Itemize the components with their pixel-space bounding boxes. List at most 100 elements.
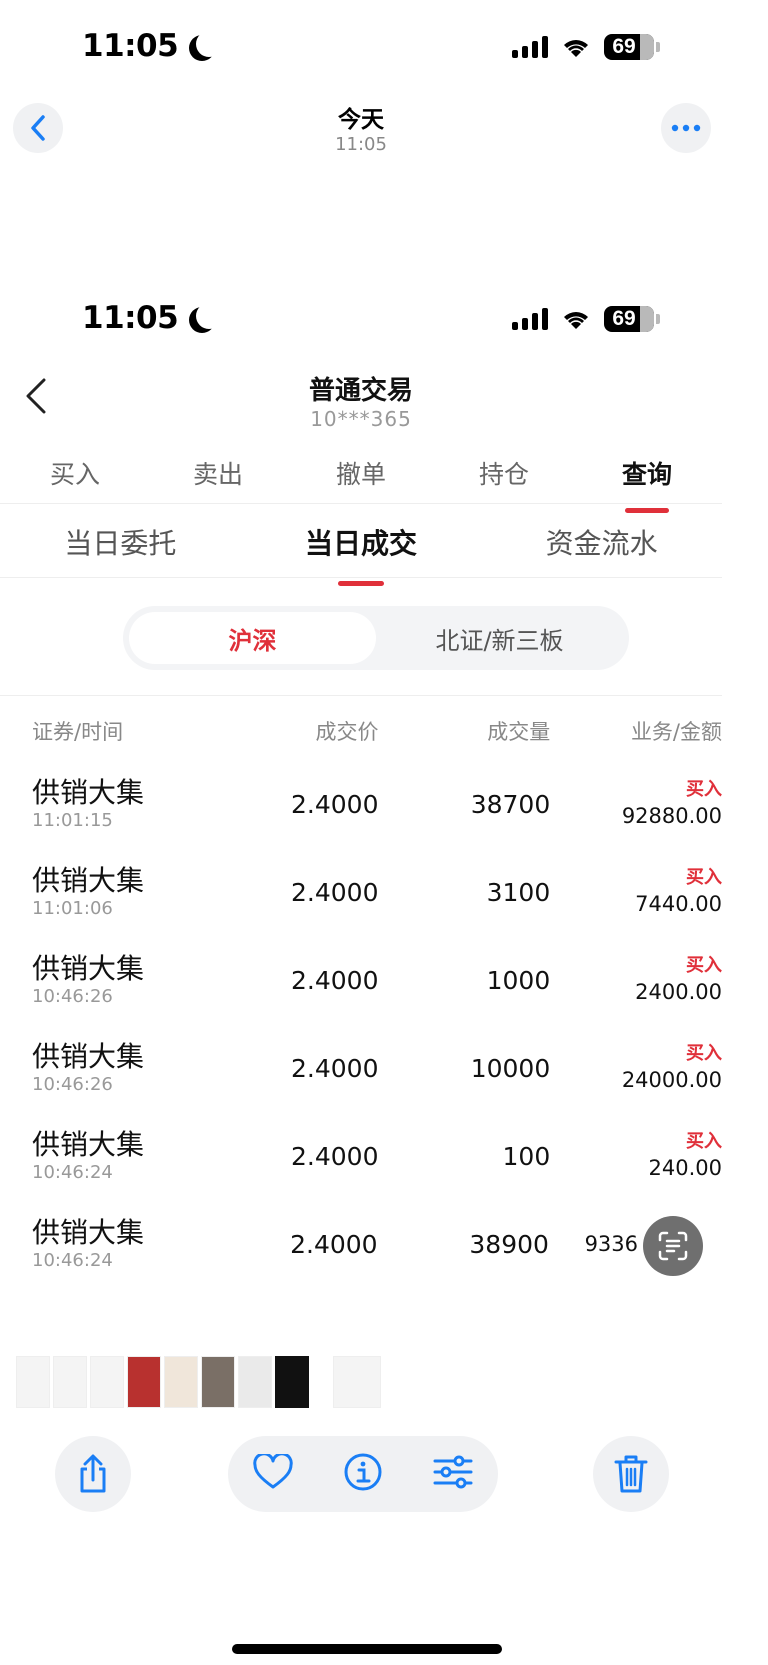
trade-time: 10:46:24	[32, 1162, 113, 1183]
viewer-title: 今天	[338, 107, 384, 133]
status-time: 11:05	[82, 28, 212, 64]
header-volume: 成交量	[487, 720, 551, 744]
main-tabs: 买入 卖出 撤单 持仓 查询	[0, 455, 722, 491]
ocr-scan-icon	[658, 1231, 688, 1261]
account-number: 10***365	[310, 407, 412, 431]
subtab-fund-flow[interactable]: 资金流水	[502, 522, 702, 562]
trade-action: 买入	[686, 1131, 723, 1152]
thumbnail[interactable]	[53, 1356, 87, 1408]
live-text-button[interactable]	[643, 1216, 703, 1276]
info-icon	[344, 1453, 382, 1491]
table-row[interactable]: 供销大集 10:46:24 2.4000 38900 9336	[0, 1200, 722, 1288]
delete-button[interactable]	[593, 1436, 669, 1512]
table-header: 证券/时间 成交价 成交量 业务/金额	[0, 716, 722, 746]
subtab-daily-trades[interactable]: 当日成交	[261, 522, 461, 562]
header-security-time: 证券/时间	[32, 720, 124, 744]
tab-cancel[interactable]: 撤单	[326, 455, 396, 491]
trade-price: 2.4000	[290, 1229, 378, 1259]
trade-amount: 7440.00	[635, 892, 723, 916]
divider	[0, 503, 722, 504]
trades-table: 供销大集 11:01:15 2.4000 38700 买入 92880.00 供销大…	[0, 760, 722, 1288]
trade-time: 11:01:15	[32, 810, 113, 831]
trade-price: 2.4000	[291, 877, 379, 907]
trash-icon	[614, 1455, 648, 1493]
inner-status-time: 11:05	[82, 300, 212, 336]
table-row[interactable]: 供销大集 10:46:26 2.4000 10000 买入 24000.00	[0, 1024, 722, 1112]
sub-tabs: 当日委托 当日成交 资金流水	[0, 522, 722, 562]
app-title-block: 普通交易 10***365	[0, 370, 722, 431]
thumbnail-current[interactable]	[333, 1356, 381, 1408]
table-row[interactable]: 供销大集 11:01:15 2.4000 38700 买入 92880.00	[0, 760, 722, 848]
tab-query[interactable]: 查询	[612, 455, 682, 491]
info-button[interactable]	[343, 1452, 383, 1496]
table-row[interactable]: 供销大集 10:46:26 2.4000 1000 买入 2400.00	[0, 936, 722, 1024]
trade-action: 买入	[686, 955, 723, 976]
segment-bse-neeq[interactable]: 北证/新三板	[376, 612, 623, 664]
trade-volume: 3100	[486, 877, 551, 907]
thumbnail[interactable]	[127, 1356, 161, 1408]
tab-sell[interactable]: 卖出	[183, 455, 253, 491]
moon-icon	[196, 31, 222, 57]
share-button[interactable]	[55, 1436, 131, 1512]
adjust-icon	[433, 1455, 473, 1489]
home-indicator	[232, 1644, 502, 1654]
header-price: 成交价	[315, 720, 379, 744]
table-row[interactable]: 供销大集 11:01:06 2.4000 3100 买入 7440.00	[0, 848, 722, 936]
table-row[interactable]: 供销大集 10:46:24 2.4000 100 买入 240.00	[0, 1112, 722, 1200]
subtab-daily-orders[interactable]: 当日委托	[20, 522, 220, 562]
trade-price: 2.4000	[291, 1053, 379, 1083]
security-name: 供销大集	[32, 1128, 145, 1161]
trade-time: 11:01:06	[32, 898, 113, 919]
segment-shanghai-shenzhen[interactable]: 沪深	[129, 612, 376, 664]
security-name: 供销大集	[32, 1040, 145, 1073]
trade-time: 10:46:26	[32, 1074, 113, 1095]
security-name: 供销大集	[32, 776, 145, 809]
thumbnail[interactable]	[90, 1356, 124, 1408]
more-button[interactable]	[661, 103, 711, 153]
moon-icon	[196, 303, 222, 329]
trade-price: 2.4000	[291, 789, 379, 819]
heart-icon	[253, 1452, 293, 1489]
trade-time: 10:46:24	[32, 1250, 113, 1271]
viewer-subtitle: 11:05	[335, 134, 387, 155]
tab-holdings[interactable]: 持仓	[469, 455, 539, 491]
trade-amount: 92880.00	[621, 804, 723, 828]
trade-amount: 24000.00	[621, 1068, 723, 1092]
trade-price: 2.4000	[291, 965, 379, 995]
trade-volume: 38700	[470, 789, 551, 819]
more-icon	[671, 124, 701, 132]
trade-volume: 1000	[486, 965, 551, 995]
cellular-signal-icon	[512, 36, 548, 58]
app-title: 普通交易	[308, 376, 413, 406]
battery-icon: 69	[604, 34, 660, 60]
thumbnail[interactable]	[201, 1356, 235, 1408]
divider	[0, 695, 722, 696]
security-name: 供销大集	[32, 864, 145, 897]
trade-action: 买入	[686, 867, 723, 888]
trade-volume: 100	[502, 1141, 551, 1171]
status-indicators: 69	[512, 34, 660, 60]
security-name: 供销大集	[32, 1216, 145, 1249]
trade-price: 2.4000	[291, 1141, 379, 1171]
battery-icon: 69	[604, 306, 660, 332]
market-segment: 沪深 北证/新三板	[123, 606, 629, 670]
trade-time: 10:46:26	[32, 986, 113, 1007]
share-icon	[80, 1454, 106, 1493]
thumbnail-strip	[16, 1356, 381, 1408]
thumbnail[interactable]	[164, 1356, 198, 1408]
adjust-button[interactable]	[433, 1454, 473, 1494]
thumbnail[interactable]	[275, 1356, 309, 1408]
viewer-title-block: 今天 11:05	[0, 100, 722, 155]
favorite-button[interactable]	[253, 1452, 293, 1494]
trade-volume: 38900	[469, 1229, 549, 1259]
wifi-icon	[564, 312, 588, 329]
security-name: 供销大集	[32, 952, 145, 985]
divider	[0, 577, 722, 578]
trade-action: 买入	[686, 779, 723, 800]
trade-action: 买入	[686, 1043, 723, 1064]
trade-volume: 10000	[470, 1053, 551, 1083]
thumbnail[interactable]	[16, 1356, 50, 1408]
trade-amount: 9336	[584, 1232, 639, 1256]
tab-buy[interactable]: 买入	[40, 455, 110, 491]
thumbnail[interactable]	[238, 1356, 272, 1408]
